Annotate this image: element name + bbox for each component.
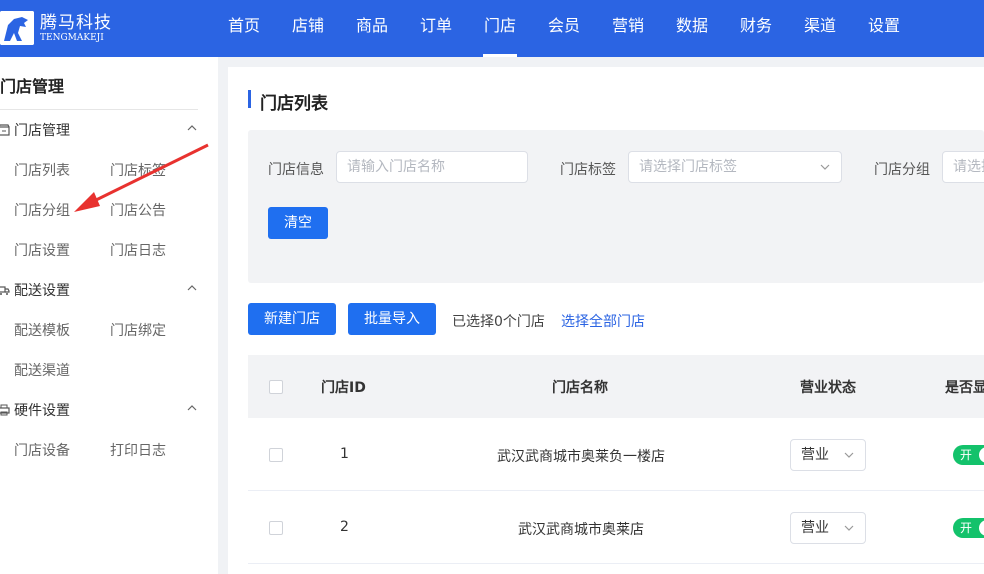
header-display: 是否显 <box>945 380 984 396</box>
sidebar-item-store-list[interactable]: 门店列表 <box>14 160 70 180</box>
toggle-knob <box>979 520 984 536</box>
store-id: 1 <box>340 446 349 462</box>
brand-subname: TENGMAKEJI <box>40 32 104 43</box>
select-all-checkbox[interactable] <box>269 380 283 394</box>
printer-icon <box>0 404 10 416</box>
sidebar-divider <box>0 109 198 110</box>
chevron-down-icon <box>820 164 830 170</box>
table-row: 1 武汉武商城市奥莱负一楼店 营业 开 <box>248 418 984 491</box>
brand-logo[interactable]: 腾马科技 TENGMAKEJI <box>0 8 130 48</box>
display-toggle[interactable]: 开 <box>953 445 984 465</box>
table-header: 门店ID 门店名称 营业状态 是否显 <box>248 355 984 418</box>
sidebar-item-delivery-channels[interactable]: 配送渠道 <box>14 360 70 380</box>
chevron-down-icon <box>844 525 854 531</box>
sidebar-item-store-settings[interactable]: 门店设置 <box>14 240 70 260</box>
store-name: 武汉武商城市奥莱负一楼店 <box>497 449 665 465</box>
nav-home[interactable]: 首页 <box>212 0 276 57</box>
toggle-knob <box>979 447 984 463</box>
store-group-select[interactable]: 请选择 <box>942 151 984 183</box>
status-value: 营业 <box>801 520 829 536</box>
status-select[interactable]: 营业 <box>790 439 866 471</box>
sidebar-group-label: 硬件设置 <box>14 403 70 419</box>
nav-stores[interactable]: 门店 <box>468 0 532 57</box>
chevron-up-icon[interactable] <box>186 282 198 294</box>
status-value: 营业 <box>801 447 829 463</box>
clear-button[interactable]: 清空 <box>268 207 328 239</box>
toggle-label: 开 <box>960 521 973 535</box>
header-business-status: 营业状态 <box>800 380 856 396</box>
sidebar-group-label: 配送设置 <box>14 283 70 299</box>
status-select[interactable]: 营业 <box>790 512 866 544</box>
store-name: 武汉武商城市奥莱店 <box>518 522 644 538</box>
store-icon <box>0 124 10 136</box>
new-store-button[interactable]: 新建门店 <box>248 303 336 335</box>
top-navbar: 腾马科技 TENGMAKEJI 首页 店铺 商品 订单 门店 会员 营销 数据 … <box>0 0 984 57</box>
sidebar-item-print-logs[interactable]: 打印日志 <box>110 440 166 460</box>
nav-products[interactable]: 商品 <box>340 0 404 57</box>
sidebar-item-delivery-templates[interactable]: 配送模板 <box>14 320 70 340</box>
store-tag-placeholder: 请选择门店标签 <box>639 159 737 175</box>
sidebar-title: 门店管理 <box>0 77 65 96</box>
chevron-up-icon[interactable] <box>186 402 198 414</box>
sidebar-item-store-logs[interactable]: 门店日志 <box>110 240 166 260</box>
nav-members[interactable]: 会员 <box>532 0 596 57</box>
sidebar-group-label: 门店管理 <box>14 123 70 139</box>
nav-settings[interactable]: 设置 <box>852 0 916 57</box>
nav-marketing[interactable]: 营销 <box>596 0 660 57</box>
row-checkbox[interactable] <box>269 521 283 535</box>
toggle-label: 开 <box>960 448 973 462</box>
sidebar-item-store-binding[interactable]: 门店绑定 <box>110 320 166 340</box>
filter-panel: 门店信息 请输入门店名称 门店标签 请选择门店标签 门店分组 请选择 清空 <box>248 130 984 283</box>
nav-data[interactable]: 数据 <box>660 0 724 57</box>
nav-shop[interactable]: 店铺 <box>276 0 340 57</box>
sidebar-group-hardware[interactable]: 硬件设置 <box>0 398 210 422</box>
row-checkbox[interactable] <box>269 448 283 462</box>
sidebar: 门店管理 门店管理 门店列表 门店标签 门店分组 门店公告 门店设置 门店日志 … <box>0 57 218 574</box>
selected-count-text: 已选择0个门店 <box>452 314 545 330</box>
store-group-label: 门店分组 <box>874 162 930 178</box>
display-toggle[interactable]: 开 <box>953 518 984 538</box>
main-nav: 首页 店铺 商品 订单 门店 会员 营销 数据 财务 渠道 设置 <box>212 0 916 57</box>
sidebar-item-store-devices[interactable]: 门店设备 <box>14 440 70 460</box>
store-info-input[interactable]: 请输入门店名称 <box>336 151 528 183</box>
header-store-id: 门店ID <box>321 380 366 396</box>
page-title: 门店列表 <box>248 89 328 114</box>
nav-finance[interactable]: 财务 <box>724 0 788 57</box>
store-info-label: 门店信息 <box>268 162 324 178</box>
sidebar-group-delivery[interactable]: 配送设置 <box>0 278 210 302</box>
nav-orders[interactable]: 订单 <box>404 0 468 57</box>
select-all-stores-link[interactable]: 选择全部门店 <box>561 311 645 331</box>
main-content: 门店列表 门店信息 请输入门店名称 门店标签 请选择门店标签 门店分组 请选择 … <box>228 67 984 574</box>
nav-channels[interactable]: 渠道 <box>788 0 852 57</box>
brand-name: 腾马科技 <box>40 12 112 33</box>
store-tag-select[interactable]: 请选择门店标签 <box>628 151 842 183</box>
table-row: 2 武汉武商城市奥莱店 营业 开 <box>248 491 984 564</box>
chevron-down-icon <box>844 452 854 458</box>
bulk-import-button[interactable]: 批量导入 <box>348 303 436 335</box>
sidebar-item-store-groups[interactable]: 门店分组 <box>14 200 70 220</box>
sidebar-item-store-notices[interactable]: 门店公告 <box>110 200 166 220</box>
horse-logo-icon <box>0 11 34 45</box>
store-id: 2 <box>340 519 349 535</box>
chevron-up-icon[interactable] <box>186 122 198 134</box>
header-store-name: 门店名称 <box>552 380 608 396</box>
sidebar-group-store[interactable]: 门店管理 <box>0 118 210 142</box>
store-tag-label: 门店标签 <box>560 162 616 178</box>
sidebar-item-store-tags[interactable]: 门店标签 <box>110 160 166 180</box>
truck-icon <box>0 286 10 295</box>
